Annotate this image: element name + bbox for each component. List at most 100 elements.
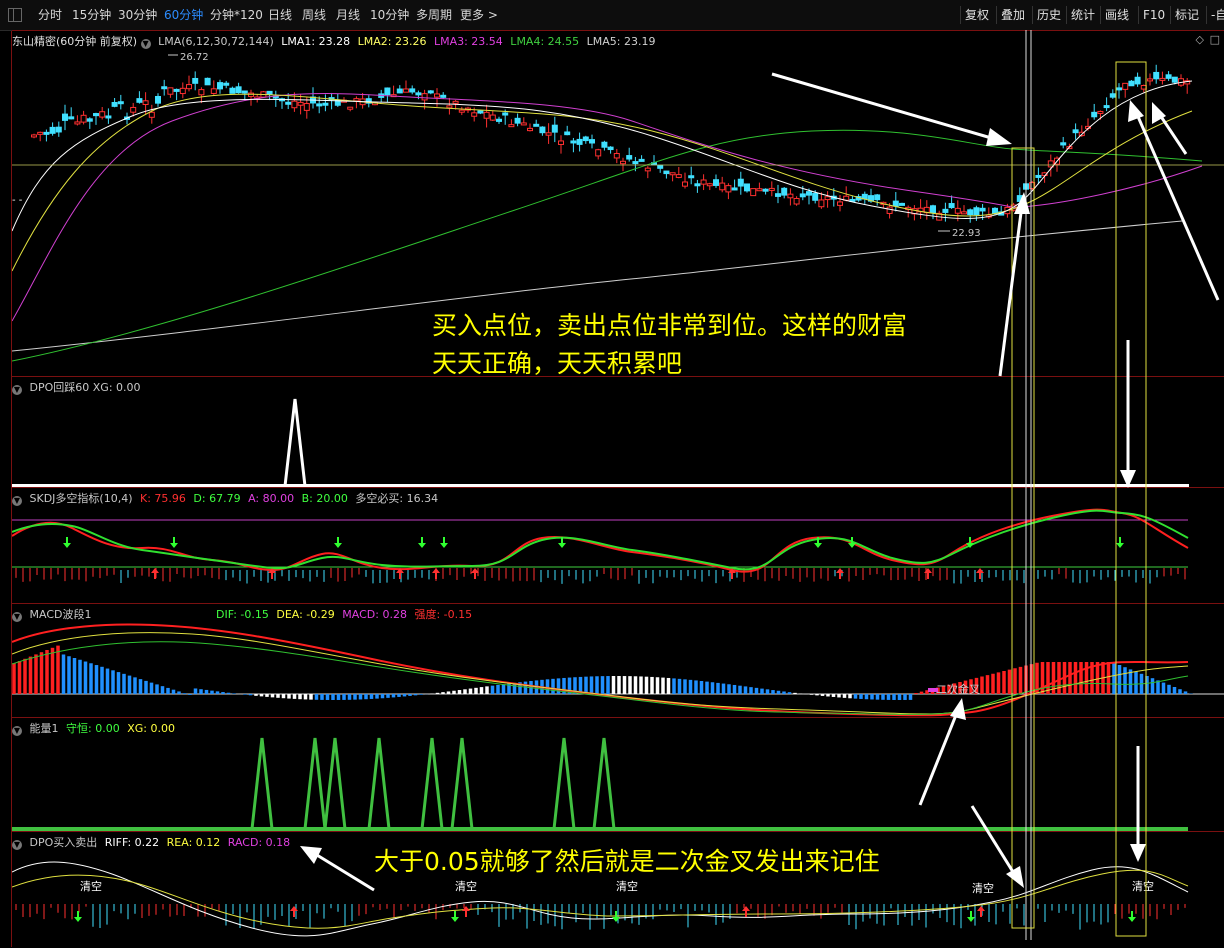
candle-body [737,178,744,187]
skdj-k-line [12,508,1189,573]
tab-10min[interactable]: 10分钟 [370,6,409,23]
skdj-signal-arrow [976,568,984,579]
second-golden-cross-label: 二次金叉 [936,682,980,696]
candle-body [291,100,298,109]
tab-120min[interactable]: 分钟*120 [210,6,263,23]
overlay-button[interactable]: 叠加 [996,6,1029,24]
macd-strength-line [12,623,1189,717]
trade-signal-arrow [74,911,82,922]
lma-value-4: LMA5: 23.19 [583,35,656,48]
macd-value-2: MACD: 0.28 [338,608,407,621]
trade-signal-arrow [451,911,459,922]
candle-body [1165,74,1172,79]
candle-body [750,188,757,197]
clear-label-2: 清空 [455,880,477,893]
settings-icon[interactable]: ▼ [140,39,151,49]
tab-daily[interactable]: 日线 [268,6,292,23]
candle-body [731,187,738,191]
tab-fenshi[interactable]: 分时 [38,6,62,23]
macd-value-1: DEA: -0.29 [272,608,335,621]
candle-body [713,179,719,186]
settings-icon[interactable]: ▼ [12,385,22,395]
candle-body [589,139,595,144]
energy-title: 能量1 [29,722,59,735]
clear-label-3: 清空 [616,880,638,893]
low-price-label: 22.93 [952,228,981,239]
candle-body [688,175,695,179]
energy-spike [420,737,444,830]
tab-60min[interactable]: 60分钟 [164,6,203,23]
candle-body [489,114,496,121]
candle-body [979,207,986,212]
skdj-panel[interactable]: ▼ SKDJ多空指标(10,4) K: 75.96 D: 67.79 A: 80… [12,487,1224,604]
candle-body [626,155,633,160]
lma-value-1: LMA2: 23.26 [354,35,427,48]
dpo-spike [283,398,307,487]
candle-body [421,93,428,101]
candle-body [86,118,93,122]
skdj-signal-arrow [440,537,448,548]
candle-body [874,194,881,201]
candle-body [1128,80,1135,87]
skdj-signal-arrow [418,537,426,548]
lma-value-2: LMA3: 23.54 [430,35,503,48]
candle-body [607,146,614,151]
trade-signal-arrow [977,906,985,917]
tab-more[interactable]: 更多 > [460,6,498,23]
f10-button[interactable]: F10 [1138,6,1169,24]
candle-body [68,116,75,120]
candle-body [558,140,564,145]
candle-body [1140,85,1147,90]
candle-body [161,86,168,90]
energy-spike [303,737,327,830]
svg-text:- -: - - [12,195,23,206]
macd-title: MACD波段1 [29,608,92,621]
settings-icon[interactable]: ▼ [12,726,22,736]
tab-weekly[interactable]: 周线 [302,6,326,23]
diamond-icon[interactable]: ◇ [1196,33,1204,46]
candle-body [669,172,676,176]
candle-body [744,183,750,192]
candle-body [539,126,546,134]
candle-body [533,123,540,127]
candle-body [192,77,199,84]
statistics-button[interactable]: 统计 [1066,6,1099,24]
tab-15min[interactable]: 15分钟 [72,6,111,23]
candle-body [204,77,211,86]
candle-body [595,149,602,157]
candle-body [483,111,490,119]
energy-panel[interactable]: ▼ 能量1 守恒: 0.00 XG: 0.00 [12,717,1224,832]
stock-title[interactable]: 东山精密(60分钟 前复权) [12,35,137,48]
sidebar-toggle-icon[interactable] [8,8,22,22]
annotation-main-line1: 买入点位，卖出点位非常到位。这样的财富 [432,311,908,340]
candle-body [142,100,149,106]
macd-panel[interactable]: 二次金叉 ▼ MACD波段1 DIF: -0.15 DEA: -0.29 MAC… [12,603,1224,718]
fuquan-button[interactable]: 复权 [960,6,993,24]
candle-body [80,114,87,123]
tab-monthly[interactable]: 月线 [336,6,360,23]
settings-icon[interactable]: ▼ [12,496,22,506]
settings-icon[interactable]: ▼ [12,612,22,622]
candle-body [471,112,478,117]
candle-body [675,174,682,178]
skdj-signal-arrow [151,568,159,579]
candle-body [768,187,775,191]
candle-body [582,136,589,142]
candle-body [551,124,558,133]
candle-body [545,132,552,136]
auto-button[interactable]: -自 [1206,6,1224,24]
close-icon[interactable]: □ [1210,33,1220,46]
candle-body [235,86,242,94]
tab-30min[interactable]: 30分钟 [118,6,157,23]
settings-icon[interactable]: ▼ [12,840,22,850]
dpo-panel[interactable]: ▼ DPO回踩60 XG: 0.00 [12,376,1224,488]
candle-body [793,197,800,205]
candle-body [452,100,459,104]
tab-multi-period[interactable]: 多周期 [416,6,452,23]
candle-body [1016,195,1023,202]
candle-body [229,87,236,94]
draw-line-button[interactable]: 画线 [1100,6,1133,24]
mark-button[interactable]: 标记 [1170,6,1203,24]
lma-params: LMA(6,12,30,72,144) [158,35,274,48]
history-button[interactable]: 历史 [1032,6,1065,24]
